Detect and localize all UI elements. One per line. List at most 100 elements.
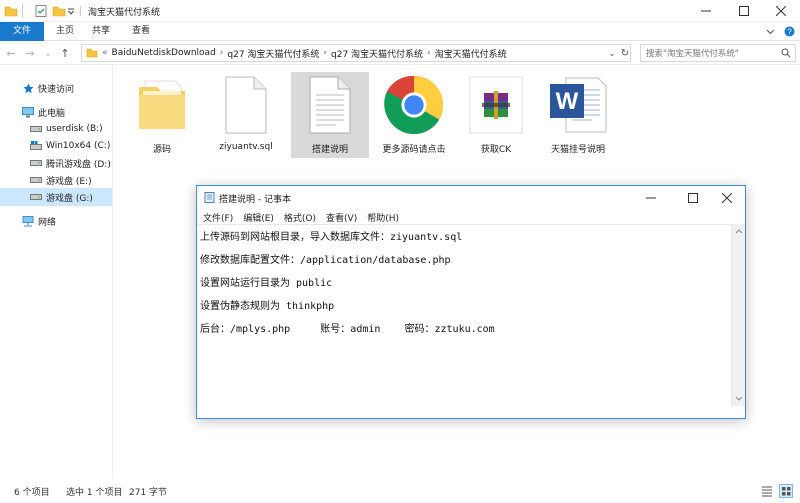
tab-home[interactable]: 主页 — [50, 22, 80, 41]
notepad-minimize-button[interactable] — [634, 186, 668, 210]
network-icon — [22, 215, 34, 227]
breadcrumb-item[interactable]: q27 淘宝天猫代付系统 — [227, 47, 319, 60]
up-button[interactable]: ↑ — [57, 45, 73, 61]
sidebar-item-drive-c[interactable]: Win10x64 (C:) — [0, 137, 112, 155]
explorer-title-bar: 淘宝天猫代付系统 — [0, 0, 800, 22]
file-item-source-folder[interactable]: 源码 — [123, 72, 201, 158]
status-bar: 6 个项目 选中 1 个项目 271 字节 — [0, 479, 800, 503]
file-label: 更多源码请点击 — [382, 145, 446, 155]
text-file-icon — [300, 72, 360, 138]
folder-icon — [4, 4, 18, 18]
notepad-icon — [204, 192, 215, 203]
sidebar-item-label: 腾讯游戏盘 (D:) — [46, 159, 111, 170]
tab-file[interactable]: 文件 — [0, 22, 44, 41]
notepad-vertical-scrollbar[interactable] — [731, 224, 745, 406]
search-input[interactable]: 搜索"淘宝天猫代付系统" — [640, 44, 796, 62]
new-folder-quick-button[interactable] — [52, 4, 66, 18]
sidebar-item-label: Win10x64 (C:) — [46, 141, 111, 151]
text-line: 设置伪静态规则为 thinkphp — [200, 301, 335, 312]
scroll-up-icon[interactable] — [735, 227, 743, 235]
menu-help[interactable]: 帮助(H) — [367, 211, 399, 224]
notepad-maximize-button[interactable] — [676, 186, 710, 210]
sidebar-item-label: 网络 — [38, 217, 57, 228]
maximize-button[interactable] — [727, 0, 761, 22]
text-line: 设置网站运行目录为 public — [200, 278, 333, 289]
breadcrumb-item[interactable]: q27 淘宝天猫代付系统 — [331, 47, 423, 60]
window-title: 淘宝天猫代付系统 — [88, 8, 161, 18]
svg-text:W: W — [556, 88, 579, 115]
sidebar-item-drive-b[interactable]: userdisk (B:) — [0, 120, 112, 138]
navigation-bar: ← → ⌄ ↑ « BaiduNetdiskDownload › q27 淘宝天… — [0, 41, 800, 65]
breadcrumb-separator-icon[interactable]: › — [216, 48, 228, 58]
sidebar-item-quick-access[interactable]: 快速访问 — [0, 79, 112, 97]
notepad-text-area[interactable]: 上传源码到网站根目录，导入数据库文件：ziyuantv.sql 修改数据库配置文… — [197, 224, 731, 406]
file-label: 获取CK — [480, 145, 512, 155]
tab-view[interactable]: 查看 — [126, 22, 156, 41]
recent-locations-dropdown[interactable]: ⌄ — [40, 45, 56, 61]
star-icon — [22, 82, 34, 94]
quick-access-dropdown[interactable] — [67, 7, 75, 15]
properties-quick-button[interactable] — [34, 4, 48, 18]
menu-view[interactable]: 查看(V) — [326, 211, 357, 224]
file-label: 天猫挂号说明 — [550, 145, 605, 155]
text-line: 修改数据库配置文件：/application/database.php — [200, 255, 451, 266]
menu-format[interactable]: 格式(O) — [284, 211, 316, 224]
sidebar-item-drive-e[interactable]: 游戏盘 (E:) — [0, 171, 112, 189]
notepad-window: 搭建说明 - 记事本 文件(F) 编辑(E) 格式(O) 查看(V) 帮助(H)… — [196, 185, 746, 419]
file-item-sql[interactable]: ziyuantv.sql — [207, 72, 285, 158]
sidebar-item-network[interactable]: 网络 — [0, 212, 112, 230]
search-icon — [781, 48, 791, 58]
svg-text:?: ? — [787, 28, 792, 37]
notepad-title-bar: 搭建说明 - 记事本 — [197, 186, 745, 210]
minimize-button[interactable] — [689, 0, 723, 22]
status-size: 271 字节 — [129, 488, 168, 498]
tab-share[interactable]: 共享 — [86, 22, 116, 41]
breadcrumb-separator-icon[interactable]: › — [319, 48, 331, 58]
file-item-setup-notes[interactable]: 搭建说明 — [291, 72, 369, 158]
status-item-count: 6 个项目 — [14, 488, 50, 498]
computer-icon — [22, 106, 34, 118]
file-item-more-source[interactable]: 更多源码请点击 — [373, 72, 455, 158]
refresh-button[interactable]: ↻ — [617, 45, 633, 61]
folder-icon — [86, 47, 98, 59]
scroll-down-icon[interactable] — [735, 395, 743, 403]
drive-icon — [30, 157, 42, 169]
sidebar-item-drive-g[interactable]: 游戏盘 (G:) — [0, 188, 112, 206]
expand-ribbon-icon[interactable] — [766, 27, 775, 36]
sidebar-item-label: 此电脑 — [38, 108, 66, 119]
windows-drive-icon — [30, 140, 42, 152]
menu-file[interactable]: 文件(F) — [203, 211, 233, 224]
back-button[interactable]: ← — [3, 45, 19, 61]
large-icons-view-icon[interactable] — [779, 484, 793, 498]
forward-button[interactable]: → — [22, 45, 38, 61]
breadcrumb-separator-icon[interactable]: › — [423, 48, 435, 58]
drive-icon — [30, 123, 42, 135]
file-label: 源码 — [152, 145, 171, 155]
file-item-get-ck[interactable]: 获取CK — [457, 72, 535, 158]
sidebar-item-drive-d[interactable]: 腾讯游戏盘 (D:) — [0, 154, 112, 172]
winrar-icon — [466, 72, 526, 138]
ribbon: 文件 主页 共享 查看 ? — [0, 22, 800, 41]
menu-edit[interactable]: 编辑(E) — [243, 211, 274, 224]
breadcrumb-overflow[interactable]: « — [102, 48, 112, 58]
close-button[interactable] — [764, 0, 798, 22]
sidebar-item-label: userdisk (B:) — [46, 124, 103, 134]
text-line: 上传源码到网站根目录，导入数据库文件：ziyuantv.sql — [200, 232, 463, 243]
search-placeholder: 搜索"淘宝天猫代付系统" — [646, 49, 739, 59]
address-bar[interactable]: « BaiduNetdiskDownload › q27 淘宝天猫代付系统 › … — [81, 44, 631, 62]
drive-icon — [30, 174, 42, 186]
drive-icon — [30, 191, 42, 203]
folder-icon — [132, 72, 192, 138]
file-item-tmall-notes[interactable]: W 天猫挂号说明 — [539, 72, 617, 158]
notepad-close-button[interactable] — [710, 186, 744, 210]
details-view-icon[interactable] — [761, 485, 773, 497]
text-line: 后台：/mplys.php 账号：admin 密码：zztuku.com — [200, 324, 495, 335]
sidebar-item-label: 游戏盘 (G:) — [46, 193, 93, 204]
sidebar-item-this-pc[interactable]: 此电脑 — [0, 103, 112, 121]
help-icon[interactable]: ? — [784, 26, 795, 37]
sidebar-item-label: 游戏盘 (E:) — [46, 176, 92, 187]
chrome-icon — [384, 72, 444, 138]
breadcrumb-item[interactable]: 淘宝天猫代付系统 — [435, 47, 507, 60]
breadcrumb-item[interactable]: BaiduNetdiskDownload — [112, 48, 216, 58]
notepad-menu-bar: 文件(F) 编辑(E) 格式(O) 查看(V) 帮助(H) — [197, 210, 745, 224]
